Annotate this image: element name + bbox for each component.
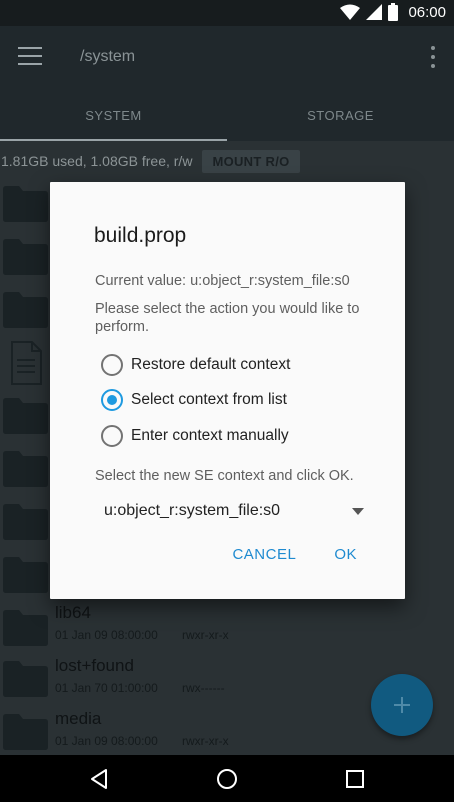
mount-ro-button[interactable]: MOUNT R/O [202,149,300,173]
dialog-actions: CANCEL OK [232,546,357,563]
dialog-prompt: Please select the action you would like … [95,301,360,335]
current-value-text: Current value: u:object_r:system_file:s0 [95,273,350,289]
folder-icon [3,610,48,646]
navigation-bar [0,755,454,802]
file-name: lib64 [55,603,91,622]
radio-label: Select context from list [131,391,287,408]
storage-info-text: 1.81GB used, 1.08GB free, r/w [1,153,193,169]
tab-storage[interactable]: STORAGE [227,92,454,141]
tab-system[interactable]: SYSTEM [0,92,227,141]
folder-icon[interactable] [3,504,48,540]
file-permissions: rwxr-xr-x [182,734,229,748]
app-bar: /system SYSTEM STORAGE [0,26,454,141]
radio-select-from-list[interactable]: Select context from list [101,387,287,413]
add-button[interactable] [371,674,433,736]
back-icon[interactable] [88,767,112,791]
file-date: 01 Jan 09 08:00:00 [55,734,158,748]
radio-enter-manually[interactable]: Enter context manually [101,423,289,449]
file-permissions: rwxr-xr-x [182,628,229,642]
status-time: 06:00 [408,3,446,21]
folder-icon[interactable] [3,451,48,487]
home-icon[interactable] [215,767,239,791]
radio-label: Enter context manually [131,427,289,444]
file-permissions: rwx------ [182,681,225,695]
current-path: /system [80,48,136,65]
recents-icon[interactable] [343,767,367,791]
tab-bar: SYSTEM STORAGE [0,92,454,141]
file-date: 01 Jan 09 08:00:00 [55,628,158,642]
ok-button[interactable]: OK [334,546,357,563]
wifi-icon [340,4,361,20]
folder-icon[interactable] [3,557,48,593]
menu-icon[interactable] [16,44,44,68]
file-icon[interactable] [10,341,42,385]
folder-icon[interactable] [3,398,48,434]
folder-icon[interactable] [3,292,48,328]
context-dropdown[interactable]: u:object_r:system_file:s0 [104,498,364,524]
cancel-button[interactable]: CANCEL [232,546,296,563]
folder-icon [3,661,48,697]
overflow-menu-icon[interactable] [430,46,436,68]
radio-restore-default[interactable]: Restore default context [101,352,290,378]
dropdown-value: u:object_r:system_file:s0 [104,502,281,519]
battery-icon [388,3,399,21]
folder-icon[interactable] [3,239,48,275]
radio-button[interactable] [101,354,123,376]
file-name: media [55,709,102,728]
context-dialog: build.prop Current value: u:object_r:sys… [50,182,405,599]
storage-info-bar: 1.81GB used, 1.08GB free, r/w MOUNT R/O [0,149,300,173]
signal-icon [366,4,383,20]
status-bar: 06:00 [0,0,454,26]
folder-icon [3,714,48,750]
dialog-title: build.prop [94,224,187,247]
file-name: lost+found [55,656,134,675]
radio-button[interactable] [101,425,123,447]
plus-icon [394,697,410,713]
folder-icon[interactable] [3,186,48,222]
radio-button[interactable] [101,389,123,411]
file-date: 01 Jan 70 01:00:00 [55,681,158,695]
radio-label: Restore default context [131,356,291,373]
select-hint: Select the new SE context and click OK. [95,468,354,484]
dropdown-arrow-icon [352,507,364,515]
